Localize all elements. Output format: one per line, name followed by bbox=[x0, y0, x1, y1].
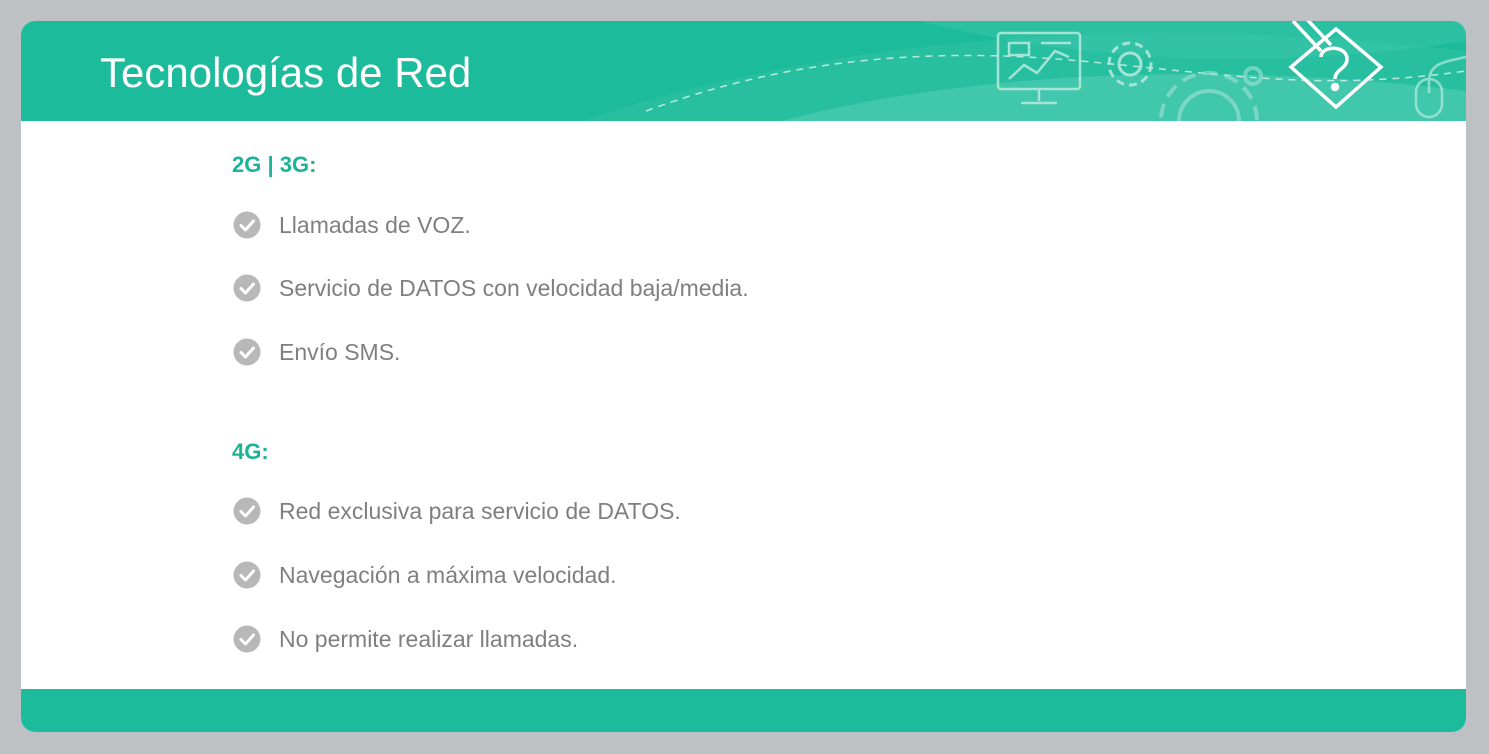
list-item: Envío SMS. bbox=[233, 337, 400, 367]
slide-footer-bar bbox=[21, 689, 1466, 732]
list-item-text: Red exclusiva para servicio de DATOS. bbox=[279, 498, 681, 524]
list-item: Red exclusiva para servicio de DATOS. bbox=[233, 496, 681, 526]
slide-title: Tecnologías de Red bbox=[100, 49, 472, 96]
section-heading-4g: 4G: bbox=[232, 439, 269, 464]
list-item-text: No permite realizar llamadas. bbox=[279, 626, 579, 652]
check-circle-icon bbox=[233, 625, 261, 653]
check-circle-icon bbox=[233, 561, 261, 589]
check-circle-icon bbox=[233, 274, 261, 302]
list-item: Navegación a máxima velocidad. bbox=[233, 560, 617, 590]
list-item-text: Envío SMS. bbox=[279, 339, 401, 365]
check-circle-icon bbox=[233, 497, 261, 525]
list-item-text: Llamadas de VOZ. bbox=[279, 212, 471, 238]
list-item-text: Servicio de DATOS con velocidad baja/med… bbox=[279, 275, 749, 301]
slide: Tecnologías de Red 2G | 3G: Llamadas de … bbox=[21, 21, 1466, 732]
list-item: No permite realizar llamadas. bbox=[233, 624, 578, 654]
check-circle-icon bbox=[233, 211, 261, 239]
slide-header: Tecnologías de Red bbox=[21, 21, 1466, 121]
list-item: Llamadas de VOZ. bbox=[233, 210, 471, 240]
list-item: Servicio de DATOS con velocidad baja/med… bbox=[233, 273, 749, 303]
section-heading-2g-3g: 2G | 3G: bbox=[232, 152, 317, 177]
slide-content: 2G | 3G: Llamadas de VOZ. Servicio de DA… bbox=[21, 121, 1466, 689]
list-item-text: Navegación a máxima velocidad. bbox=[279, 562, 617, 588]
check-circle-icon bbox=[233, 338, 261, 366]
